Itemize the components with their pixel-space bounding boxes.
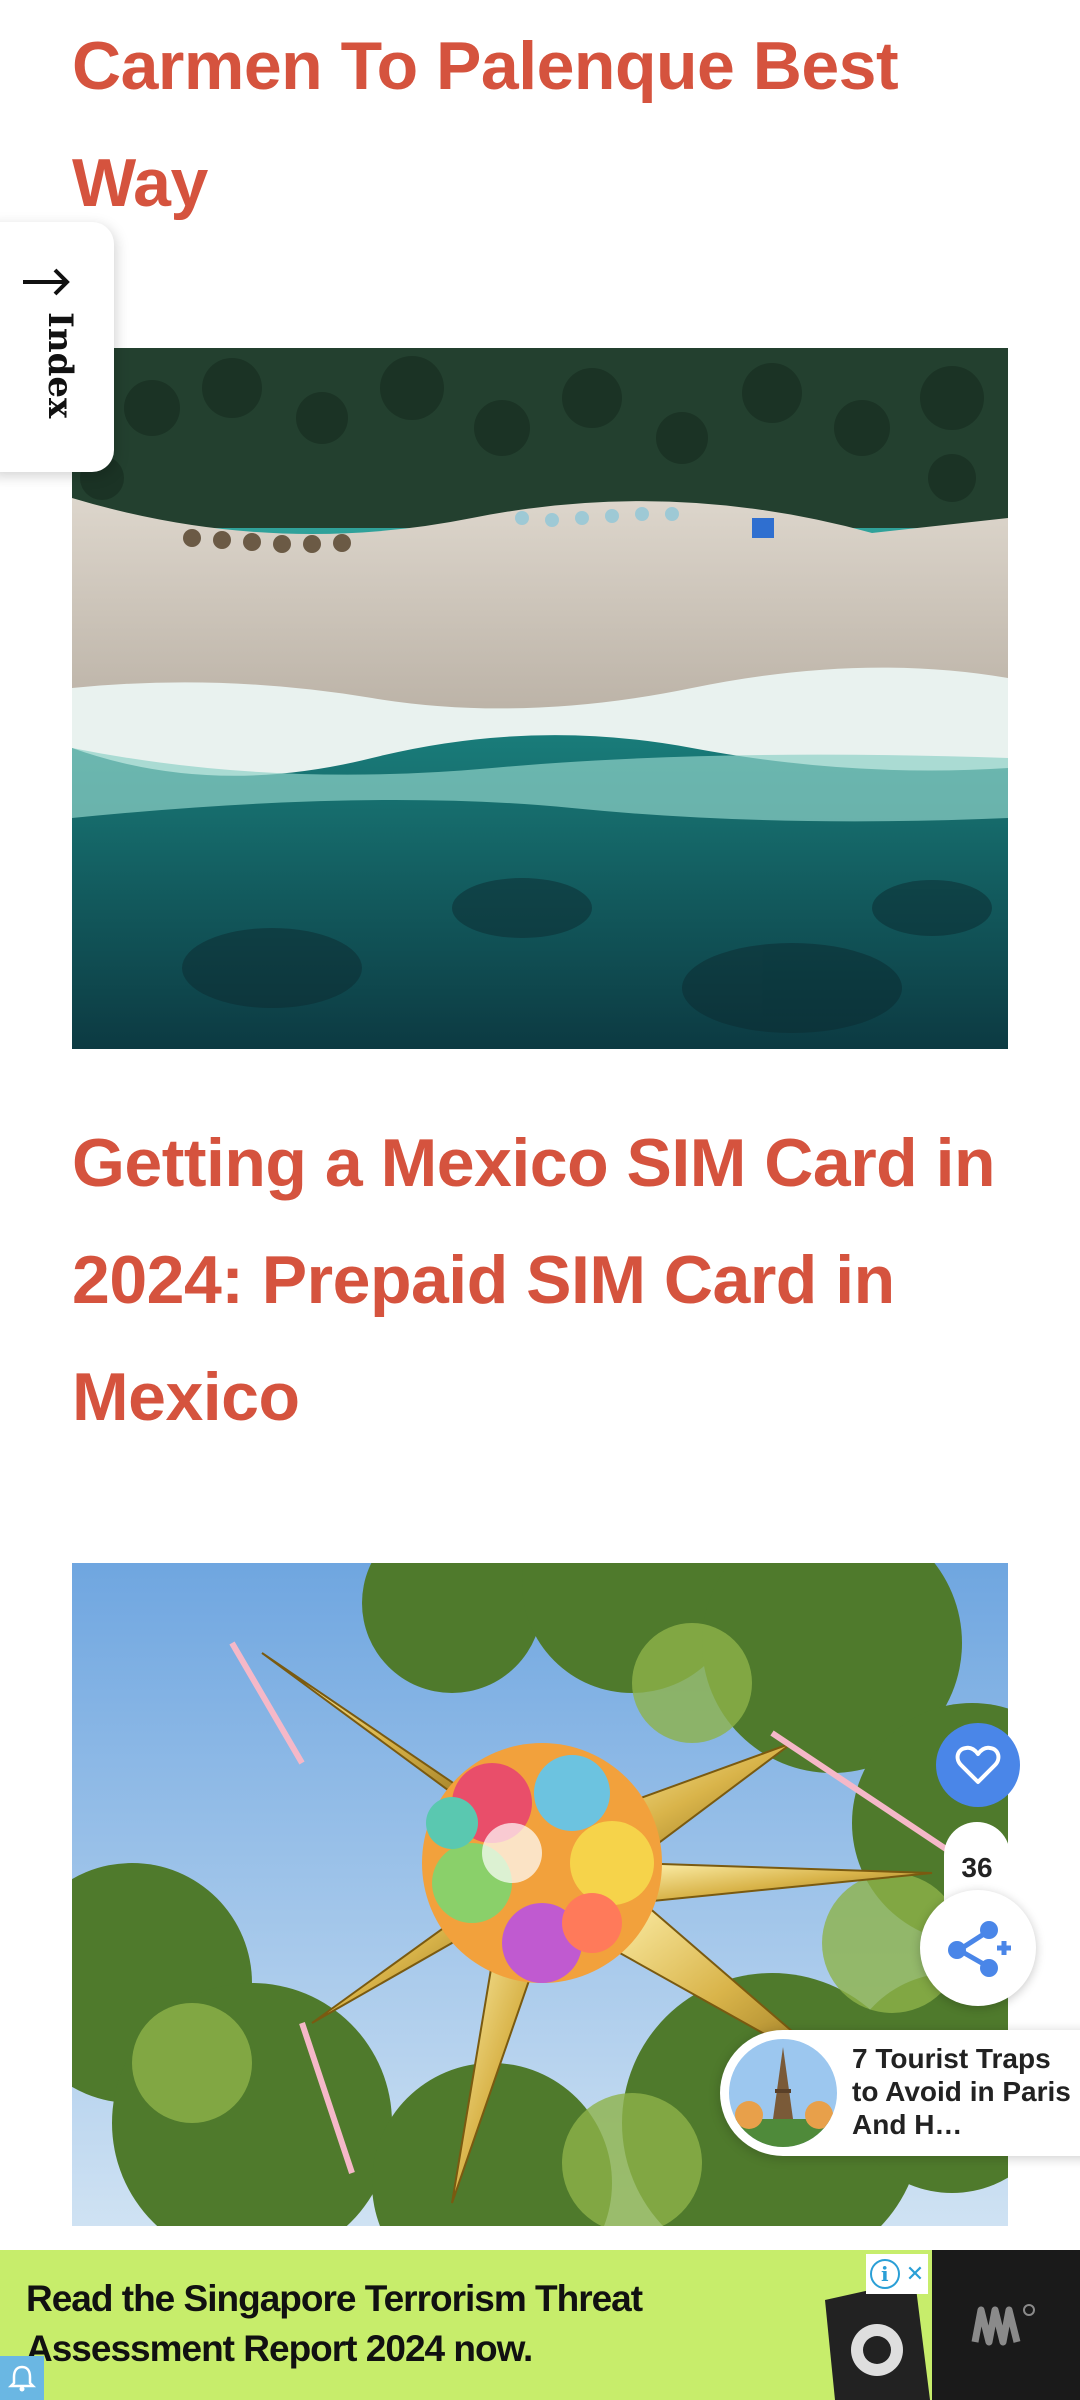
index-label: Index <box>40 312 80 419</box>
post-title[interactable]: Getting a Mexico SIM Card in 2024: Prepa… <box>72 1105 1012 1456</box>
brand-logo-icon <box>932 2250 1080 2400</box>
like-button[interactable] <box>936 1723 1020 1807</box>
index-tab[interactable]: Index <box>0 222 114 472</box>
recommended-article-title: 7 Tourist Traps to Avoid in Paris And H… <box>852 2043 1071 2140</box>
ad-banner[interactable]: Read the Singapore Terrorism Threat Asse… <box>0 2250 1080 2400</box>
share-icon <box>948 1921 1011 1977</box>
post-title[interactable]: Carmen To Palenque Best Way <box>72 8 1012 242</box>
ad-info-controls[interactable]: i ✕ <box>866 2254 928 2294</box>
recommended-article-card[interactable]: 7 Tourist Traps to Avoid in Paris And H… <box>720 2030 1080 2156</box>
recommended-article-thumbnail <box>726 2036 840 2150</box>
ad-text: Read the Singapore Terrorism Threat Asse… <box>26 2278 643 2369</box>
notification-icon[interactable] <box>0 2356 44 2400</box>
share-button[interactable] <box>920 1890 1036 2006</box>
arrow-up-icon <box>17 262 77 302</box>
page: Carmen To Palenque Best Way Getting a Me… <box>0 0 1080 2400</box>
post-image-beach[interactable] <box>72 348 1008 1049</box>
heart-icon <box>955 1745 1001 1784</box>
info-icon[interactable]: i <box>869 2259 900 2289</box>
close-icon[interactable]: ✕ <box>906 2261 924 2287</box>
beach-aerial-image <box>72 348 1008 1049</box>
